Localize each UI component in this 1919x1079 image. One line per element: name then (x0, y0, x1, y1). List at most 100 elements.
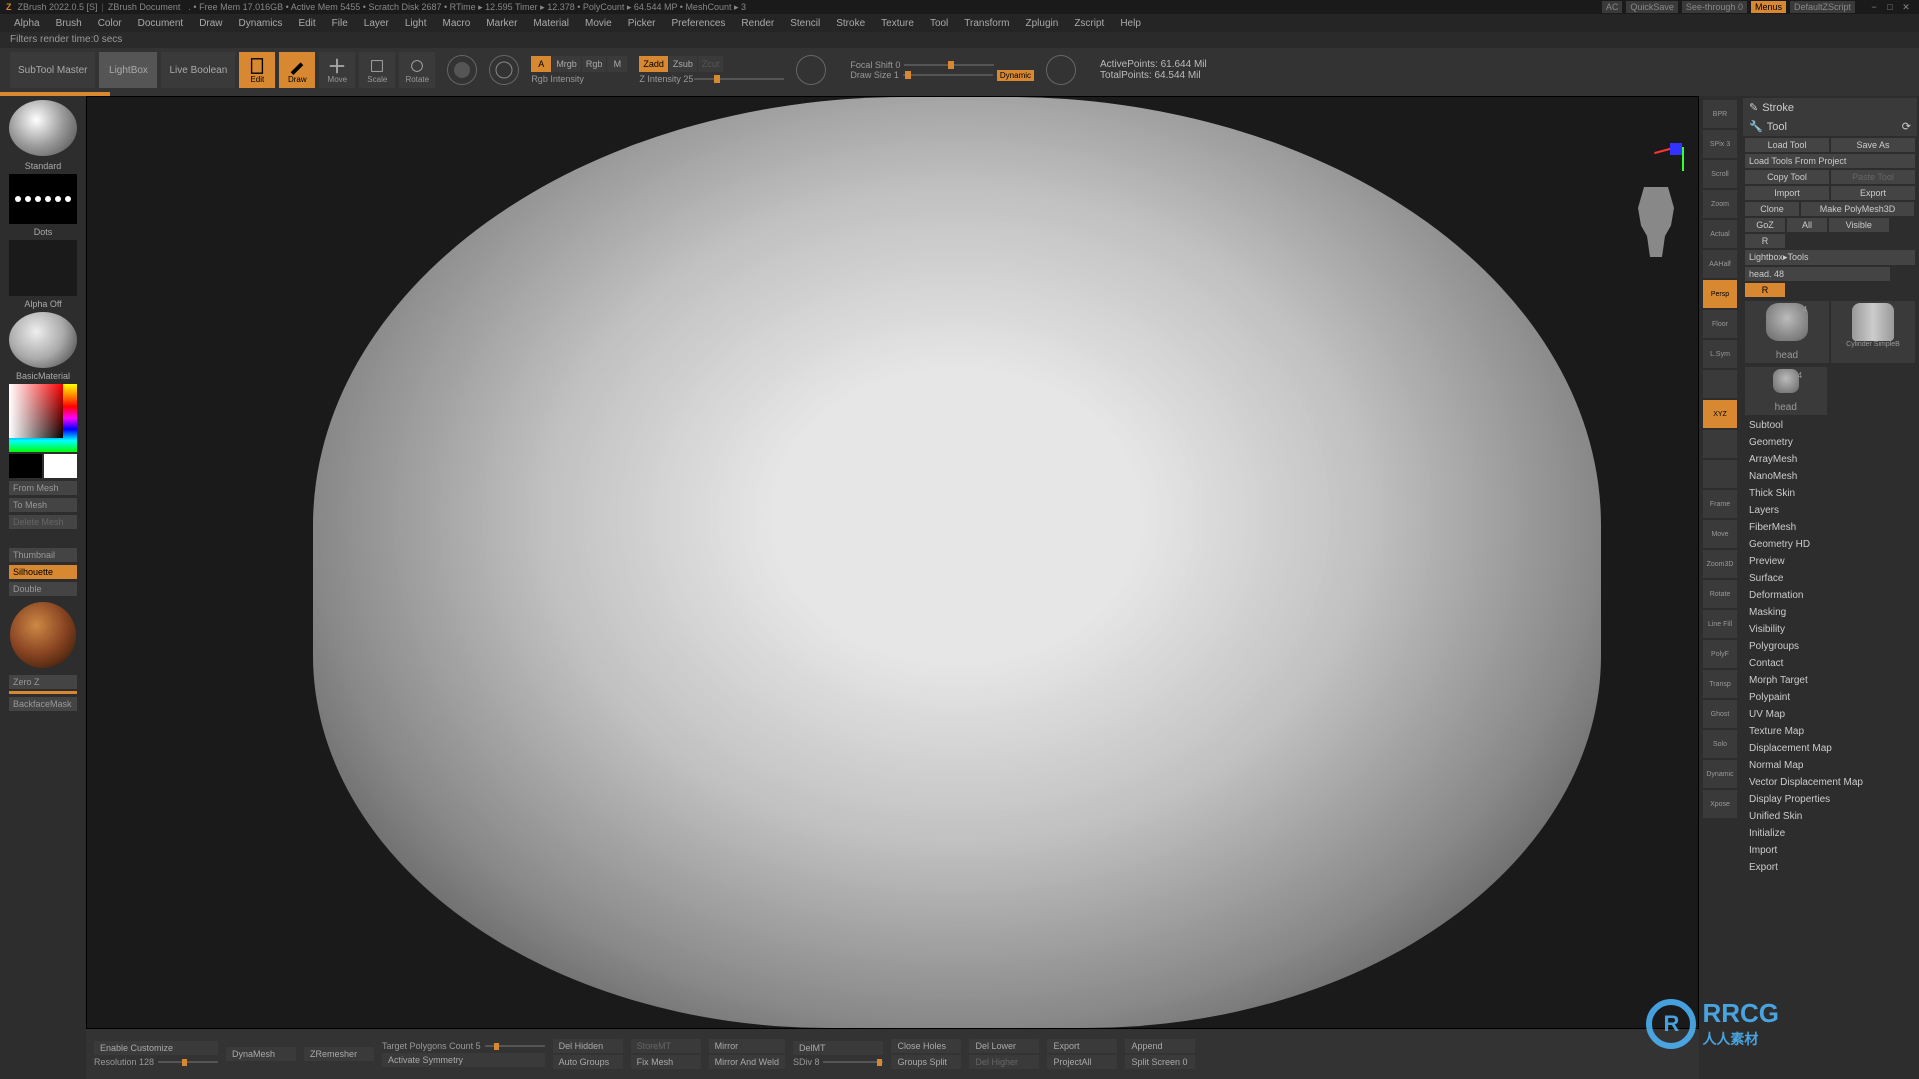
rt-rotate[interactable]: Rotate (1703, 580, 1737, 608)
menu-help[interactable]: Help (1112, 16, 1149, 31)
rotate-mode-button[interactable]: Rotate (399, 52, 435, 88)
menu-texture[interactable]: Texture (873, 16, 922, 31)
menu-zscript[interactable]: Zscript (1066, 16, 1112, 31)
export-button-bottom[interactable]: Export (1047, 1039, 1117, 1053)
minimize-icon[interactable]: − (1867, 2, 1881, 13)
zeroz-button[interactable]: Zero Z (9, 675, 77, 689)
live-boolean-button[interactable]: Live Boolean (161, 52, 235, 88)
color-picker[interactable] (9, 384, 77, 452)
close-icon[interactable]: ✕ (1899, 2, 1913, 13)
gyro-icon[interactable] (447, 55, 477, 85)
section-arraymesh[interactable]: ArrayMesh (1743, 451, 1917, 468)
a-mode[interactable]: A (531, 56, 551, 72)
stroke-header[interactable]: ✎Stroke (1743, 98, 1917, 117)
section-displacement-map[interactable]: Displacement Map (1743, 740, 1917, 757)
menu-color[interactable]: Color (90, 16, 130, 31)
menu-preferences[interactable]: Preferences (663, 16, 733, 31)
menu-stroke[interactable]: Stroke (828, 16, 873, 31)
section-vector-displacement-map[interactable]: Vector Displacement Map (1743, 774, 1917, 791)
swatch-white[interactable] (44, 454, 77, 478)
rt-frame[interactable]: Frame (1703, 490, 1737, 518)
menu-zplugin[interactable]: Zplugin (1018, 16, 1067, 31)
rt-polyf[interactable]: PolyF (1703, 640, 1737, 668)
resolution-slider[interactable] (158, 1061, 218, 1063)
swatch-black[interactable] (9, 454, 42, 478)
rt-persp[interactable]: Persp (1703, 280, 1737, 308)
menu-draw[interactable]: Draw (191, 16, 230, 31)
enable-customize-button[interactable]: Enable Customize (94, 1041, 218, 1055)
goz-button[interactable]: GoZ (1745, 218, 1785, 232)
rt-move[interactable]: Move (1703, 520, 1737, 548)
load-from-project-button[interactable]: Load Tools From Project (1745, 154, 1915, 168)
section-thick-skin[interactable]: Thick Skin (1743, 485, 1917, 502)
section-nanomesh[interactable]: NanoMesh (1743, 468, 1917, 485)
activate-symmetry-button[interactable]: Activate Symmetry (382, 1053, 545, 1067)
menu-edit[interactable]: Edit (290, 16, 323, 31)
copy-tool-button[interactable]: Copy Tool (1745, 170, 1829, 184)
r-button[interactable]: R (1745, 234, 1785, 248)
mirror-button[interactable]: Mirror (709, 1039, 785, 1053)
visible-button[interactable]: Visible (1829, 218, 1889, 232)
section-preview[interactable]: Preview (1743, 553, 1917, 570)
backfacemask-button[interactable]: BackfaceMask (9, 697, 77, 711)
section-export[interactable]: Export (1743, 859, 1917, 876)
menu-movie[interactable]: Movie (577, 16, 620, 31)
rt-tool11[interactable] (1703, 430, 1737, 458)
r2-button[interactable]: R (1745, 283, 1785, 297)
to-mesh-button[interactable]: To Mesh (9, 498, 77, 512)
menu-macro[interactable]: Macro (435, 16, 479, 31)
draw-mode-button[interactable]: Draw (279, 52, 315, 88)
section-fibermesh[interactable]: FiberMesh (1743, 519, 1917, 536)
section-surface[interactable]: Surface (1743, 570, 1917, 587)
del-lower-button[interactable]: Del Lower (969, 1039, 1039, 1053)
focal-shift-slider[interactable] (904, 64, 994, 66)
section-normal-map[interactable]: Normal Map (1743, 757, 1917, 774)
rt-solo[interactable]: Solo (1703, 730, 1737, 758)
rt-ghost[interactable]: Ghost (1703, 700, 1737, 728)
menu-material[interactable]: Material (525, 16, 577, 31)
brush-preview[interactable] (9, 100, 77, 156)
subtool-cylinder[interactable]: Cylinder SimpleB (1831, 301, 1915, 363)
zadd-mode[interactable]: Zadd (639, 56, 668, 72)
menu-alpha[interactable]: Alpha (6, 16, 48, 31)
rt-transp[interactable]: Transp (1703, 670, 1737, 698)
storemt-button[interactable]: StoreMT (631, 1039, 701, 1053)
all-button[interactable]: All (1787, 218, 1827, 232)
append-button[interactable]: Append (1125, 1039, 1195, 1053)
delmt-button[interactable]: DelMT (793, 1041, 884, 1055)
rt-aahalf[interactable]: AAHalf (1703, 250, 1737, 278)
zcut-mode[interactable]: Zcut (698, 56, 724, 72)
menu-dynamics[interactable]: Dynamics (231, 16, 291, 31)
rt-zoom[interactable]: Zoom (1703, 190, 1737, 218)
rt-bpr[interactable]: BPR (1703, 100, 1737, 128)
dynamesh-button[interactable]: DynaMesh (226, 1047, 296, 1061)
section-morph-target[interactable]: Morph Target (1743, 672, 1917, 689)
menu-layer[interactable]: Layer (356, 16, 397, 31)
menu-stencil[interactable]: Stencil (782, 16, 828, 31)
rt-actual[interactable]: Actual (1703, 220, 1737, 248)
section-layers[interactable]: Layers (1743, 502, 1917, 519)
section-uv-map[interactable]: UV Map (1743, 706, 1917, 723)
subtool-head2[interactable]: 4head (1745, 367, 1827, 415)
from-mesh-button[interactable]: From Mesh (9, 481, 77, 495)
del-higher-button[interactable]: Del Higher (969, 1055, 1039, 1069)
rt-dynamic[interactable]: Dynamic (1703, 760, 1737, 788)
delete-mesh-button[interactable]: Delete Mesh (9, 515, 77, 529)
rt-spix-3[interactable]: SPix 3 (1703, 130, 1737, 158)
section-masking[interactable]: Masking (1743, 604, 1917, 621)
menu-brush[interactable]: Brush (48, 16, 90, 31)
seethrough-slider[interactable]: See-through 0 (1682, 1, 1747, 13)
rt-xyz[interactable]: XYZ (1703, 400, 1737, 428)
menu-tool[interactable]: Tool (922, 16, 956, 31)
menu-marker[interactable]: Marker (478, 16, 525, 31)
lightbox-button[interactable]: LightBox (99, 52, 157, 88)
edit-mode-button[interactable]: Edit (239, 52, 275, 88)
section-display-properties[interactable]: Display Properties (1743, 791, 1917, 808)
section-initialize[interactable]: Initialize (1743, 825, 1917, 842)
section-geometry-hd[interactable]: Geometry HD (1743, 536, 1917, 553)
menu-document[interactable]: Document (130, 16, 192, 31)
menu-picker[interactable]: Picker (620, 16, 664, 31)
quicksave-button[interactable]: QuickSave (1626, 1, 1678, 13)
rt-scroll[interactable]: Scroll (1703, 160, 1737, 188)
thumbnail-preview[interactable] (10, 602, 76, 668)
